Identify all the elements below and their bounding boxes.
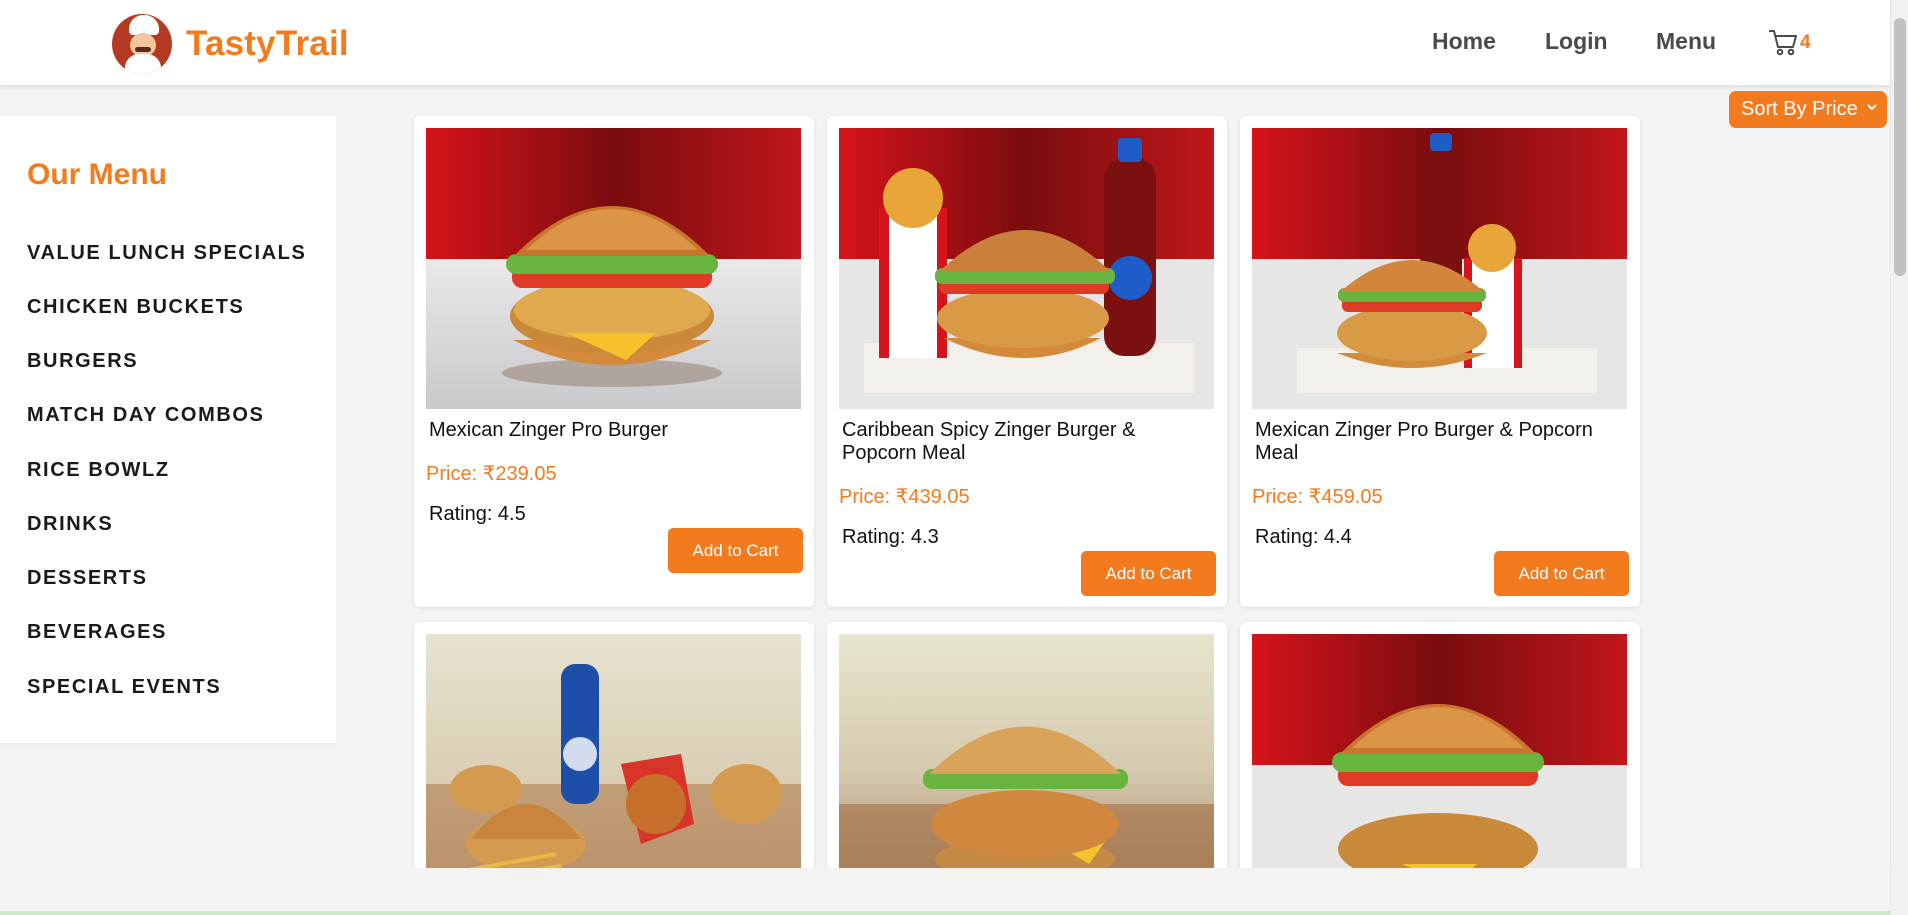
add-to-cart-button[interactable]: Add to Cart	[1494, 551, 1629, 596]
scrollbar-thumb[interactable]	[1894, 18, 1906, 276]
sidebar-item-chicken-buckets[interactable]: CHICKEN BUCKETS	[27, 296, 244, 319]
nav-login-link[interactable]: Login	[1545, 28, 1608, 55]
brand-name: TastyTrail	[186, 24, 349, 63]
menu-sidebar: Our Menu VALUE LUNCH SPECIALS CHICKEN BU…	[0, 116, 336, 743]
sidebar-item-beverages[interactable]: BEVERAGES	[27, 621, 167, 644]
product-rating: Rating: 4.3	[842, 526, 939, 548]
product-card: Mexican Zinger Pro Burger & Popcorn Meal…	[1240, 116, 1640, 607]
cart-icon	[1769, 30, 1797, 56]
sidebar-item-drinks[interactable]: DRINKS	[27, 513, 113, 536]
sort-label: Sort By Price	[1741, 98, 1858, 120]
product-card: Mexican Zinger Pro Burger Price: ₹239.05…	[414, 116, 814, 607]
top-navbar: TastyTrail Home Login Menu 4	[0, 0, 1890, 86]
product-image[interactable]	[1252, 128, 1627, 409]
add-to-cart-button[interactable]: Add to Cart	[668, 528, 803, 573]
product-rating: Rating: 4.5	[429, 503, 526, 525]
sidebar-item-value-lunch-specials[interactable]: VALUE LUNCH SPECIALS	[27, 242, 306, 265]
product-name: Caribbean Spicy Zinger Burger & Popcorn …	[842, 419, 1136, 464]
nav-home-link[interactable]: Home	[1432, 28, 1496, 55]
sidebar-item-match-day-combos[interactable]: MATCH DAY COMBOS	[27, 404, 264, 427]
product-image[interactable]	[426, 128, 801, 409]
sidebar-item-special-events[interactable]: SPECIAL EVENTS	[27, 676, 221, 699]
add-to-cart-button[interactable]: Add to Cart	[1081, 551, 1216, 596]
sidebar-title: Our Menu	[27, 158, 167, 191]
cart-button[interactable]: 4	[1768, 28, 1811, 56]
sidebar-item-rice-bowlz[interactable]: RICE BOWLZ	[27, 459, 170, 482]
product-image[interactable]	[839, 128, 1214, 409]
product-name: Mexican Zinger Pro Burger	[429, 419, 668, 441]
bottom-border	[0, 911, 1890, 915]
product-price: Price: ₹239.05	[426, 463, 557, 485]
brand-logo[interactable]: TastyTrail	[112, 14, 349, 74]
cart-count-badge: 4	[1800, 32, 1811, 53]
nav-menu-link[interactable]: Menu	[1656, 28, 1716, 55]
product-card: Caribbean Spicy Zinger Burger & Popcorn …	[827, 116, 1227, 607]
page-footer-strip	[0, 868, 1890, 915]
product-name: Mexican Zinger Pro Burger & Popcorn Meal	[1255, 419, 1593, 464]
chef-logo-icon	[112, 14, 172, 74]
product-rating: Rating: 4.4	[1255, 526, 1352, 548]
product-price: Price: ₹439.05	[839, 486, 970, 508]
vertical-scrollbar[interactable]	[1890, 0, 1908, 915]
chevron-down-icon	[1867, 104, 1877, 111]
sidebar-item-desserts[interactable]: DESSERTS	[27, 567, 148, 590]
product-price: Price: ₹459.05	[1252, 486, 1383, 508]
sort-by-price-select[interactable]: Sort By Price	[1729, 91, 1887, 128]
sidebar-item-burgers[interactable]: BURGERS	[27, 350, 138, 373]
